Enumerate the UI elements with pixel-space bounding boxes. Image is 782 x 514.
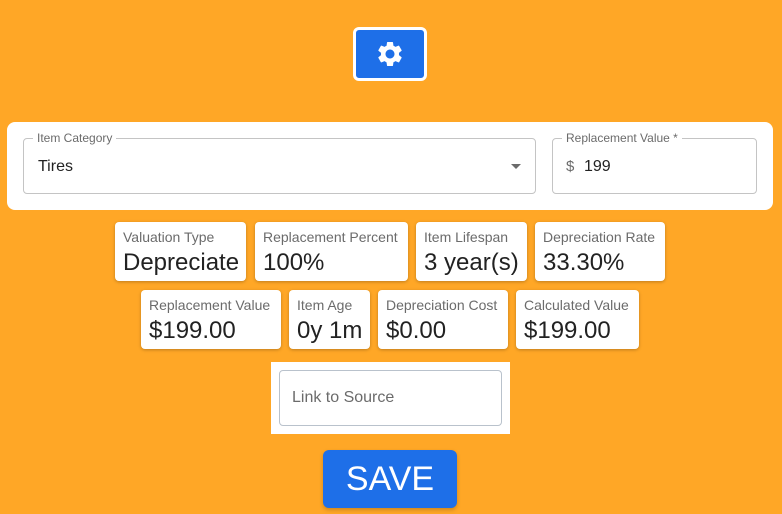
stat-label: Replacement Value (149, 297, 271, 313)
item-category-label: Item Category (33, 131, 117, 145)
stat-value: $199.00 (149, 317, 236, 344)
replacement-value-field[interactable]: Replacement Value * $ 199 (552, 131, 757, 194)
stat-value: 0y 1m (297, 317, 363, 344)
stat-depreciation-rate: Depreciation Rate 33.30% (535, 222, 665, 281)
stat-depreciation-cost: Depreciation Cost $0.00 (378, 290, 508, 349)
stat-value: Depreciate (123, 249, 240, 276)
stat-value: 33.30% (543, 249, 625, 276)
link-to-source-input[interactable] (279, 370, 502, 426)
stat-label: Item Age (297, 297, 353, 313)
stat-label: Depreciation Rate (543, 229, 656, 245)
stat-value: $0.00 (386, 317, 447, 344)
stat-label: Replacement Percent (263, 229, 398, 245)
stat-label: Depreciation Cost (386, 297, 498, 313)
stat-value: $199.00 (524, 317, 611, 344)
gear-icon (375, 39, 405, 69)
replacement-value-input[interactable]: 199 (584, 158, 611, 176)
stat-calculated-value: Calculated Value $199.00 (516, 290, 639, 349)
stat-valuation-type: Valuation Type Depreciate (115, 222, 246, 281)
item-category-select[interactable]: Item Category Tires (23, 131, 536, 194)
item-form-card: Item Category Tires Replacement Value * … (7, 122, 773, 210)
stat-label: Item Lifespan (424, 229, 509, 245)
stat-replacement-value: Replacement Value $199.00 (141, 290, 281, 349)
stat-item-age: Item Age 0y 1m (289, 290, 370, 349)
stat-value: 100% (263, 249, 325, 276)
replacement-value-label: Replacement Value * (562, 131, 682, 145)
stat-item-lifespan: Item Lifespan 3 year(s) (416, 222, 527, 281)
link-to-source-container (271, 362, 510, 434)
save-button[interactable]: SAVE (323, 450, 457, 508)
stat-label: Calculated Value (524, 297, 629, 313)
currency-symbol: $ (566, 158, 575, 175)
stat-value: 3 year(s) (424, 249, 519, 276)
settings-button[interactable] (353, 27, 427, 81)
chevron-down-icon[interactable] (511, 164, 521, 169)
stat-replacement-percent: Replacement Percent 100% (255, 222, 408, 281)
stat-label: Valuation Type (123, 229, 215, 245)
item-category-value: Tires (38, 158, 73, 175)
